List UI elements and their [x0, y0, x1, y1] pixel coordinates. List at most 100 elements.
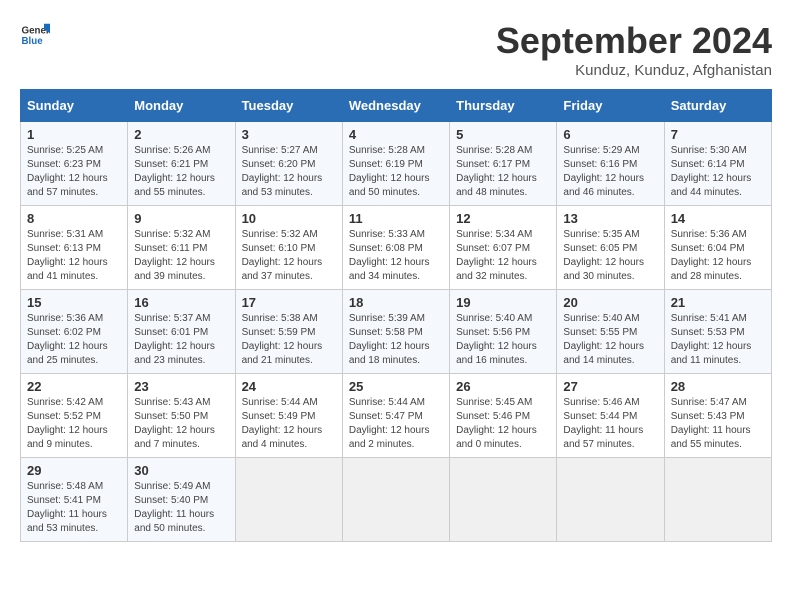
title-area: September 2024 Kunduz, Kunduz, Afghanist…: [496, 20, 772, 79]
calendar-week-row: 8Sunrise: 5:31 AMSunset: 6:13 PMDaylight…: [21, 206, 772, 290]
day-info: Sunrise: 5:26 AMSunset: 6:21 PMDaylight:…: [134, 144, 228, 200]
day-number: 28: [671, 379, 765, 394]
day-info: Sunrise: 5:44 AMSunset: 5:49 PMDaylight:…: [242, 396, 336, 452]
calendar-week-row: 1 Sunrise: 5:25 AMSunset: 6:23 PMDaylight…: [21, 122, 772, 206]
calendar-cell: 25 Sunrise: 5:44 AMSunset: 5:47 PMDayligh…: [342, 374, 449, 458]
page-header: General Blue September 2024 Kunduz, Kund…: [20, 20, 772, 79]
day-info: Sunrise: 5:29 AMSunset: 6:16 PMDaylight:…: [563, 144, 657, 200]
day-number: 14: [671, 211, 765, 226]
day-number: 15: [27, 295, 121, 310]
day-info: Sunrise: 5:41 AMSunset: 5:53 PMDaylight:…: [671, 312, 765, 368]
calendar-cell: 11Sunrise: 5:33 AMSunset: 6:08 PMDayligh…: [342, 206, 449, 290]
calendar-week-row: 15 Sunrise: 5:36 AMSunset: 6:02 PMDayligh…: [21, 290, 772, 374]
calendar-cell: 9 Sunrise: 5:32 AMSunset: 6:11 PMDaylight…: [128, 206, 235, 290]
day-info: Sunrise: 5:28 AMSunset: 6:17 PMDaylight:…: [456, 144, 550, 200]
calendar-cell: 7 Sunrise: 5:30 AMSunset: 6:14 PMDaylight…: [664, 122, 771, 206]
day-number: 20: [563, 295, 657, 310]
day-info: Sunrise: 5:34 AMSunset: 6:07 PMDaylight:…: [456, 228, 550, 284]
day-info: Sunrise: 5:40 AMSunset: 5:56 PMDaylight:…: [456, 312, 550, 368]
day-info: Sunrise: 5:30 AMSunset: 6:14 PMDaylight:…: [671, 144, 765, 200]
calendar-cell: 21 Sunrise: 5:41 AMSunset: 5:53 PMDayligh…: [664, 290, 771, 374]
day-info: Sunrise: 5:39 AMSunset: 5:58 PMDaylight:…: [349, 312, 443, 368]
day-info: Sunrise: 5:37 AMSunset: 6:01 PMDaylight:…: [134, 312, 228, 368]
calendar-cell: 15 Sunrise: 5:36 AMSunset: 6:02 PMDayligh…: [21, 290, 128, 374]
day-info: Sunrise: 5:32 AMSunset: 6:10 PMDaylight:…: [242, 228, 336, 284]
column-header-wednesday: Wednesday: [342, 90, 449, 122]
calendar-cell: 3 Sunrise: 5:27 AMSunset: 6:20 PMDaylight…: [235, 122, 342, 206]
day-info: Sunrise: 5:36 AMSunset: 6:04 PMDaylight:…: [671, 228, 765, 284]
day-info: Sunrise: 5:25 AMSunset: 6:23 PMDaylight:…: [27, 144, 121, 200]
day-info: Sunrise: 5:32 AMSunset: 6:11 PMDaylight:…: [134, 228, 228, 284]
day-number: 3: [242, 127, 336, 142]
column-header-sunday: Sunday: [21, 90, 128, 122]
day-number: 23: [134, 379, 228, 394]
day-number: 22: [27, 379, 121, 394]
calendar-cell: 16Sunrise: 5:37 AMSunset: 6:01 PMDayligh…: [128, 290, 235, 374]
day-number: 2: [134, 127, 228, 142]
day-number: 30: [134, 463, 228, 478]
day-number: 27: [563, 379, 657, 394]
calendar-cell: 14 Sunrise: 5:36 AMSunset: 6:04 PMDayligh…: [664, 206, 771, 290]
calendar-cell: 8Sunrise: 5:31 AMSunset: 6:13 PMDaylight…: [21, 206, 128, 290]
day-info: Sunrise: 5:45 AMSunset: 5:46 PMDaylight:…: [456, 396, 550, 452]
column-header-saturday: Saturday: [664, 90, 771, 122]
column-header-thursday: Thursday: [450, 90, 557, 122]
day-number: 12: [456, 211, 550, 226]
day-number: 1: [27, 127, 121, 142]
calendar-cell: 30 Sunrise: 5:49 AMSunset: 5:40 PMDayligh…: [128, 458, 235, 542]
calendar-cell: [557, 458, 664, 542]
day-info: Sunrise: 5:27 AMSunset: 6:20 PMDaylight:…: [242, 144, 336, 200]
location-subtitle: Kunduz, Kunduz, Afghanistan: [496, 62, 772, 79]
day-number: 7: [671, 127, 765, 142]
day-number: 21: [671, 295, 765, 310]
day-number: 25: [349, 379, 443, 394]
calendar-cell: 20 Sunrise: 5:40 AMSunset: 5:55 PMDayligh…: [557, 290, 664, 374]
calendar-cell: 4 Sunrise: 5:28 AMSunset: 6:19 PMDaylight…: [342, 122, 449, 206]
day-info: Sunrise: 5:44 AMSunset: 5:47 PMDaylight:…: [349, 396, 443, 452]
calendar-cell: [235, 458, 342, 542]
calendar-cell: 26Sunrise: 5:45 AMSunset: 5:46 PMDayligh…: [450, 374, 557, 458]
logo: General Blue: [20, 20, 50, 50]
column-header-monday: Monday: [128, 90, 235, 122]
day-info: Sunrise: 5:40 AMSunset: 5:55 PMDaylight:…: [563, 312, 657, 368]
calendar-cell: 5 Sunrise: 5:28 AMSunset: 6:17 PMDaylight…: [450, 122, 557, 206]
day-info: Sunrise: 5:49 AMSunset: 5:40 PMDaylight:…: [134, 480, 228, 536]
calendar-cell: 17Sunrise: 5:38 AMSunset: 5:59 PMDayligh…: [235, 290, 342, 374]
day-number: 13: [563, 211, 657, 226]
day-info: Sunrise: 5:33 AMSunset: 6:08 PMDaylight:…: [349, 228, 443, 284]
day-number: 18: [349, 295, 443, 310]
calendar-cell: 1 Sunrise: 5:25 AMSunset: 6:23 PMDaylight…: [21, 122, 128, 206]
day-info: Sunrise: 5:38 AMSunset: 5:59 PMDaylight:…: [242, 312, 336, 368]
calendar-cell: 23 Sunrise: 5:43 AMSunset: 5:50 PMDayligh…: [128, 374, 235, 458]
calendar-cell: 24Sunrise: 5:44 AMSunset: 5:49 PMDayligh…: [235, 374, 342, 458]
calendar-cell: 19 Sunrise: 5:40 AMSunset: 5:56 PMDayligh…: [450, 290, 557, 374]
column-header-friday: Friday: [557, 90, 664, 122]
calendar-cell: 12 Sunrise: 5:34 AMSunset: 6:07 PMDayligh…: [450, 206, 557, 290]
day-number: 4: [349, 127, 443, 142]
day-info: Sunrise: 5:48 AMSunset: 5:41 PMDaylight:…: [27, 480, 121, 536]
calendar-week-row: 29 Sunrise: 5:48 AMSunset: 5:41 PMDayligh…: [21, 458, 772, 542]
day-info: Sunrise: 5:35 AMSunset: 6:05 PMDaylight:…: [563, 228, 657, 284]
day-number: 6: [563, 127, 657, 142]
calendar-cell: 28Sunrise: 5:47 AMSunset: 5:43 PMDayligh…: [664, 374, 771, 458]
day-number: 29: [27, 463, 121, 478]
calendar-cell: [450, 458, 557, 542]
calendar-cell: 29 Sunrise: 5:48 AMSunset: 5:41 PMDayligh…: [21, 458, 128, 542]
calendar-cell: 18 Sunrise: 5:39 AMSunset: 5:58 PMDayligh…: [342, 290, 449, 374]
calendar-cell: 22 Sunrise: 5:42 AMSunset: 5:52 PMDayligh…: [21, 374, 128, 458]
day-info: Sunrise: 5:42 AMSunset: 5:52 PMDaylight:…: [27, 396, 121, 452]
calendar-cell: [342, 458, 449, 542]
calendar-header-row: SundayMondayTuesdayWednesdayThursdayFrid…: [21, 90, 772, 122]
day-info: Sunrise: 5:31 AMSunset: 6:13 PMDaylight:…: [27, 228, 121, 284]
day-info: Sunrise: 5:28 AMSunset: 6:19 PMDaylight:…: [349, 144, 443, 200]
calendar-cell: 10Sunrise: 5:32 AMSunset: 6:10 PMDayligh…: [235, 206, 342, 290]
day-number: 19: [456, 295, 550, 310]
day-number: 5: [456, 127, 550, 142]
calendar-cell: 2 Sunrise: 5:26 AMSunset: 6:21 PMDaylight…: [128, 122, 235, 206]
day-number: 9: [134, 211, 228, 226]
day-info: Sunrise: 5:43 AMSunset: 5:50 PMDaylight:…: [134, 396, 228, 452]
calendar-cell: [664, 458, 771, 542]
svg-text:Blue: Blue: [22, 36, 44, 47]
month-title: September 2024: [496, 20, 772, 62]
day-info: Sunrise: 5:36 AMSunset: 6:02 PMDaylight:…: [27, 312, 121, 368]
